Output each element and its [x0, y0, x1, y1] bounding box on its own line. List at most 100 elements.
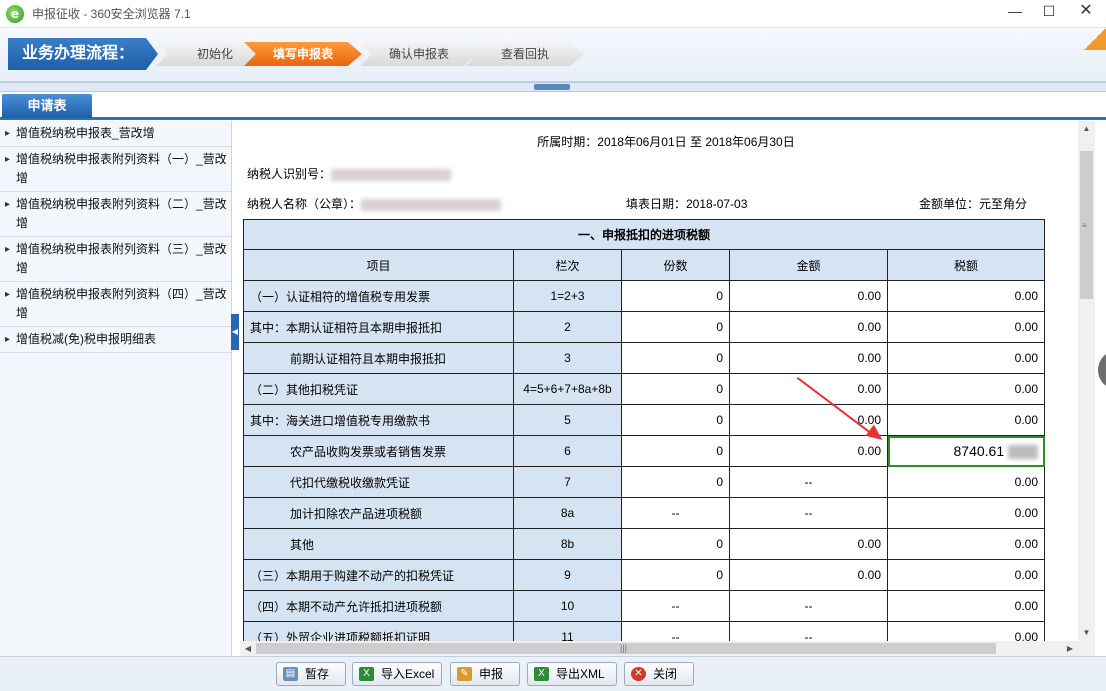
row-tax-input[interactable]: 0.00 [886, 404, 1046, 436]
agri-tax-input-selected[interactable]: 8740.61 [886, 435, 1046, 467]
side-float-button[interactable] [1098, 350, 1106, 390]
section-title: 一、申报抵扣的进项税额 [242, 219, 1046, 250]
header-item: 项目 [243, 249, 514, 281]
scroll-down-icon[interactable]: ▼ [1078, 625, 1095, 641]
row-amount-input[interactable]: 0.00 [729, 528, 888, 560]
excel-icon: X [359, 667, 374, 681]
step-view-receipt[interactable]: 查看回执 [466, 42, 584, 66]
amount-unit: 金额单位：元至角分 [919, 197, 1028, 211]
table-row: 代扣代缴税收缴款凭证 7 0 -- 0.00 [243, 466, 1046, 498]
input-tax-table: 一、申报抵扣的进项税额 项目 栏次 份数 金额 税额 （一）认证相符的增值税专用… [242, 219, 1046, 641]
table-row: （一）认证相符的增值税专用发票 1=2+3 0 0.00 0.00 [243, 280, 1046, 312]
row-count-input[interactable]: 0 [621, 404, 730, 436]
sidebar-item-schedule-2[interactable]: 增值税纳税申报表附列资料（二）_营改增 [0, 192, 231, 237]
process-bar: 业务办理流程： 初始化 填写申报表 确认申报表 查看回执 [0, 28, 1106, 82]
row-amount-input[interactable]: 0.00 [729, 280, 888, 312]
sidebar: 增值税纳税申报表_营改增 增值税纳税申报表附列资料（一）_营改增 增值税纳税申报… [0, 121, 232, 657]
row-tax-input[interactable]: 0.00 [886, 621, 1046, 641]
vertical-scrollbar[interactable]: ▲ ≡ ▼ [1078, 121, 1095, 641]
row-count-disabled: -- [621, 590, 730, 622]
tab-application-form[interactable]: 申请表 [2, 94, 92, 118]
window-title: 申报征收 - 360安全浏览器 7.1 [32, 7, 191, 21]
row-amount-input[interactable]: 0.00 [729, 435, 888, 467]
sidebar-item-schedule-4[interactable]: 增值税纳税申报表附列资料（四）_营改增 [0, 282, 231, 327]
submit-icon: ✎ [457, 667, 472, 681]
row-amount-input[interactable]: 0.00 [729, 559, 888, 591]
row-column-no: 8a [513, 497, 622, 529]
scroll-left-icon[interactable]: ◀ [240, 641, 256, 656]
sidebar-item-schedule-3[interactable]: 增值税纳税申报表附列资料（三）_营改增 [0, 237, 231, 282]
close-button[interactable]: ✕ 关闭 [624, 662, 694, 686]
row-count-input[interactable]: 0 [621, 280, 730, 312]
save-draft-label: 暂存 [305, 667, 330, 681]
row-amount-disabled: -- [729, 621, 888, 641]
table-row: 其中：海关进口增值税专用缴款书 5 0 0.00 0.00 [243, 404, 1046, 436]
panel-splitter[interactable] [0, 82, 1106, 92]
import-excel-button[interactable]: X 导入Excel [352, 662, 442, 686]
row-tax-input[interactable]: 0.00 [886, 528, 1046, 560]
row-item: （二）其他扣税凭证 [243, 373, 514, 405]
row-count-input[interactable]: 0 [621, 466, 730, 498]
sidebar-item-exemption-detail[interactable]: 增值税减(免)税申报明细表 [0, 327, 231, 353]
row-column-no: 1=2+3 [513, 280, 622, 312]
minimize-button[interactable]: — [998, 0, 1032, 24]
taxpayer-id-row: 纳税人识别号： [247, 165, 452, 182]
table-header-row: 项目 栏次 份数 金额 税额 [243, 249, 1046, 281]
submit-label: 申报 [479, 667, 504, 681]
close-window-button[interactable]: ✕ [1066, 0, 1106, 24]
sidebar-item-main-return[interactable]: 增值税纳税申报表_营改增 [0, 121, 231, 147]
row-amount-input[interactable]: 0.00 [729, 342, 888, 374]
step-fill-form[interactable]: 填写申报表 [244, 42, 362, 66]
taxpayer-id-label: 纳税人识别号： [247, 167, 332, 181]
sidebar-item-schedule-1[interactable]: 增值税纳税申报表附列资料（一）_营改增 [0, 147, 231, 192]
xml-icon: X [534, 667, 549, 681]
window-titlebar: e 申报征收 - 360安全浏览器 7.1 — ☐ ✕ [0, 0, 1106, 28]
export-xml-button[interactable]: X 导出XML [527, 662, 617, 686]
row-count-input[interactable]: 0 [621, 342, 730, 374]
row-amount-input[interactable]: 0.00 [729, 311, 888, 343]
row-item: 加计扣除农产品进项税额 [243, 497, 514, 529]
row-tax-input[interactable]: 0.00 [886, 590, 1046, 622]
row-tax-input[interactable]: 0.00 [886, 559, 1046, 591]
redacted-mark [1008, 445, 1039, 460]
row-count-input[interactable]: 0 [621, 435, 730, 467]
row-tax-input[interactable]: 0.00 [886, 311, 1046, 343]
row-item: （一）认证相符的增值税专用发票 [243, 280, 514, 312]
row-column-no: 5 [513, 404, 622, 436]
row-tax-input[interactable]: 0.00 [886, 373, 1046, 405]
step-confirm-form[interactable]: 确认申报表 [360, 42, 478, 66]
row-amount-disabled: -- [729, 590, 888, 622]
tax-period: 所属时期：2018年06月01日 至 2018年06月30日 [537, 135, 795, 149]
maximize-button[interactable]: ☐ [1032, 0, 1066, 24]
header-count: 份数 [621, 249, 730, 281]
row-item: 其他 [243, 528, 514, 560]
row-tax-input[interactable]: 0.00 [886, 342, 1046, 374]
row-count-input[interactable]: 0 [621, 528, 730, 560]
row-tax-input[interactable]: 0.00 [886, 497, 1046, 529]
table-row: 加计扣除农产品进项税额 8a -- -- 0.00 [243, 497, 1046, 529]
sidebar-collapse-icon[interactable]: ◀ [231, 314, 239, 350]
row-count-input[interactable]: 0 [621, 559, 730, 591]
row-count-disabled: -- [621, 497, 730, 529]
splitter-collapse-icon[interactable] [534, 84, 570, 90]
submit-button[interactable]: ✎ 申报 [450, 662, 520, 686]
row-tax-input[interactable]: 0.00 [886, 466, 1046, 498]
row-column-no: 3 [513, 342, 622, 374]
horizontal-scrollbar[interactable]: ◀ ||| ▶ [240, 641, 1095, 656]
row-count-input[interactable]: 0 [621, 373, 730, 405]
table-row: 其他 8b 0 0.00 0.00 [243, 528, 1046, 560]
save-draft-button[interactable]: ▤ 暂存 [276, 662, 346, 686]
row-tax-input[interactable]: 0.00 [886, 280, 1046, 312]
taxpayer-name-row: 纳税人名称（公章）： [247, 195, 502, 212]
bottom-toolbar: ▤ 暂存 X 导入Excel ✎ 申报 X 导出XML ✕ 关闭 [0, 656, 1106, 691]
redacted-taxpayer-id [331, 168, 452, 181]
table-row: 其中：本期认证相符且本期申报抵扣 2 0 0.00 0.00 [243, 311, 1046, 343]
tab-strip: 申请表 [0, 92, 1106, 120]
row-amount-input[interactable]: 0.00 [729, 404, 888, 436]
row-item: （五）外贸企业进项税额抵扣证明 [243, 621, 514, 641]
scroll-right-icon[interactable]: ▶ [1062, 641, 1078, 656]
row-amount-input[interactable]: 0.00 [729, 373, 888, 405]
row-count-input[interactable]: 0 [621, 311, 730, 343]
scroll-up-icon[interactable]: ▲ [1078, 121, 1095, 137]
browser-logo-icon: e [6, 4, 24, 23]
